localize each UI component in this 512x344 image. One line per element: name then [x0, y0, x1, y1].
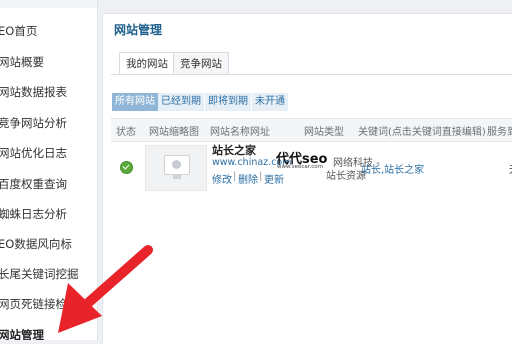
- action-separator: |: [259, 171, 263, 182]
- sidebar-item-competitor-analysis[interactable]: 竞争网站分析: [0, 113, 97, 133]
- sidebar: EO首页 网站概要 网站数据报表 竞争网站分析 网站优化日志 百度权重查询 蜘蛛…: [0, 0, 98, 340]
- sidebar-item-optimization-log[interactable]: 网站优化日志: [0, 143, 97, 163]
- status-ok-icon: [120, 161, 133, 174]
- sidebar-item-baidu-weight[interactable]: 百度权重查询: [0, 174, 97, 194]
- column-header-keywords: 关键词(点击关键词直接编辑): [358, 127, 486, 138]
- tab-competitor-sites[interactable]: 竞争网站: [173, 52, 229, 75]
- column-header-service-until: 服务到: [487, 127, 512, 138]
- site-management-panel: 网站管理 我的网站 竞争网站 所有网站 已经到期 即将到期 未开通 状态 网站缩…: [102, 13, 512, 344]
- filter-expiring-soon[interactable]: 即将到期: [205, 93, 251, 111]
- site-type-subcategory: 站长资源: [326, 171, 366, 182]
- site-thumbnail: [145, 145, 207, 191]
- monitor-icon: [164, 155, 190, 179]
- action-separator: |: [233, 171, 237, 182]
- table-row: 站长之家 www.chinaz.com 修改 | 删除 | 更新 代代seo w…: [111, 141, 512, 193]
- site-name: 站长之家: [212, 144, 256, 157]
- sidebar-item-longtail-keywords[interactable]: 长尾关键词挖掘: [0, 264, 97, 284]
- filter-all-sites[interactable]: 所有网站: [112, 93, 158, 111]
- sidebar-top-strip: [0, 0, 97, 8]
- watermark-url: www.seocar.com: [277, 164, 323, 170]
- page-title: 网站管理: [114, 23, 163, 37]
- update-link[interactable]: 更新: [264, 171, 284, 186]
- column-header-thumbnail: 网站缩略图: [149, 127, 199, 138]
- sidebar-item-site-data-report[interactable]: 网站数据报表: [0, 82, 97, 102]
- filter-not-activated[interactable]: 未开通: [252, 93, 288, 111]
- tab-my-sites[interactable]: 我的网站: [119, 52, 175, 75]
- tab-divider: [111, 74, 512, 75]
- sidebar-item-seo-vane[interactable]: EO数据风向标: [0, 234, 97, 254]
- sidebar-item-spider-log[interactable]: 蜘蛛日志分析: [0, 204, 97, 224]
- delete-link[interactable]: 删除: [238, 171, 258, 186]
- sidebar-item-deadlink-check[interactable]: 网页死链接检测: [0, 294, 97, 314]
- sidebar-item-site-management[interactable]: 网站管理: [0, 325, 97, 340]
- keywords-link[interactable]: 站长,站长之家: [361, 161, 424, 176]
- table-header: 状态 网站缩略图 网站名称网址 网站类型 关键词(点击关键词直接编辑) 服务到: [111, 118, 512, 142]
- sidebar-item-site-overview[interactable]: 网站概要: [0, 52, 97, 72]
- filter-expired[interactable]: 已经到期: [158, 93, 204, 111]
- column-header-site-type: 网站类型: [304, 127, 344, 138]
- sidebar-item-seo-home[interactable]: EO首页: [0, 21, 97, 41]
- column-header-name-url: 网站名称网址: [210, 127, 270, 138]
- column-header-status: 状态: [116, 127, 136, 138]
- monitor-screen-dot: [172, 160, 181, 169]
- edit-link[interactable]: 修改: [212, 171, 232, 186]
